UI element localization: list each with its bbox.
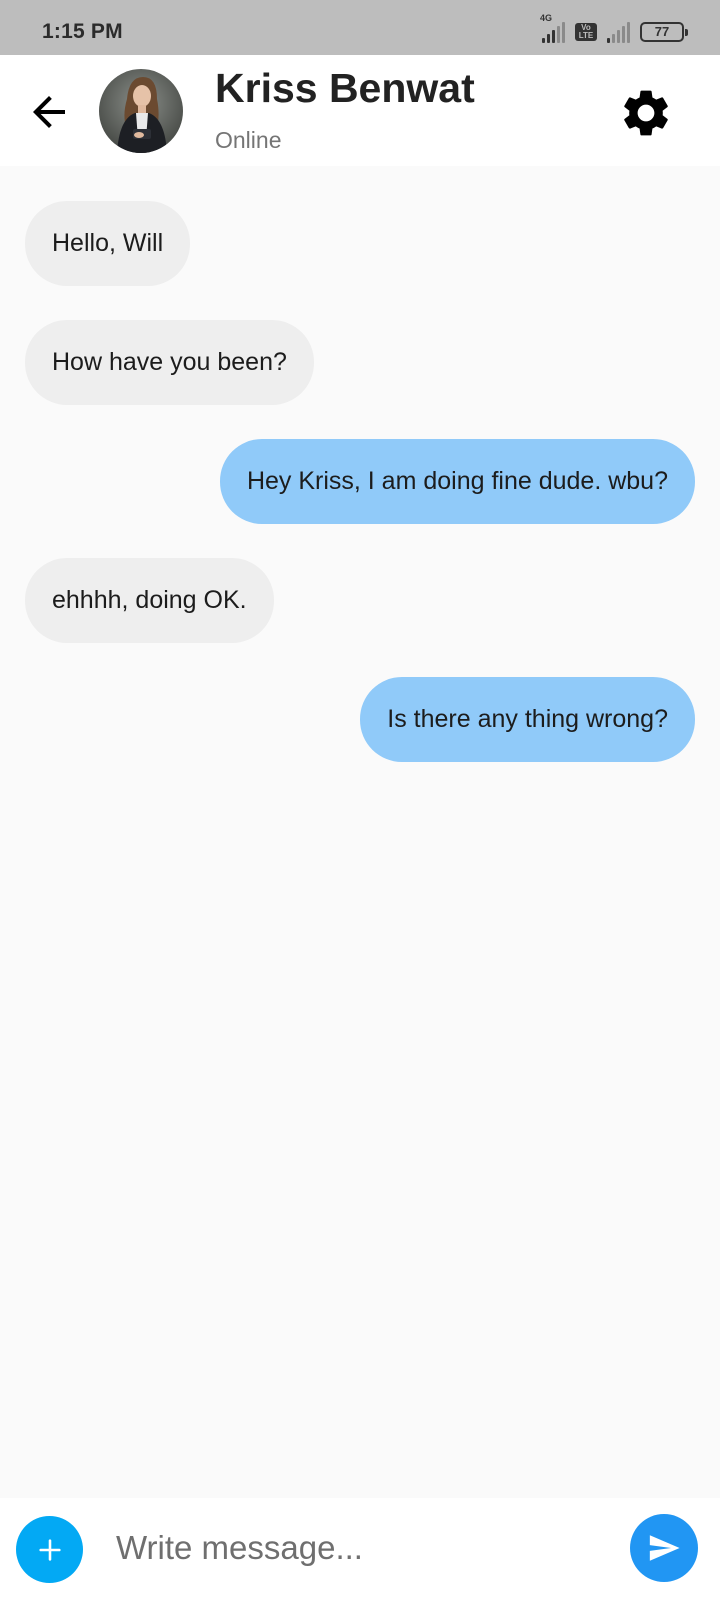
incoming-message[interactable]: ehhhh, doing OK. — [25, 558, 274, 643]
status-bar: 1:15 PM 4G Vo LTE 77 — [0, 0, 720, 55]
send-icon — [649, 1535, 680, 1561]
status-time: 1:15 PM — [42, 20, 123, 43]
message-composer — [0, 1498, 720, 1600]
avatar-photo — [99, 69, 183, 153]
contact-avatar[interactable] — [99, 69, 183, 153]
gear-icon — [624, 90, 668, 136]
message-input[interactable] — [110, 1518, 590, 1578]
signal-4g-icon: 4G — [540, 13, 565, 43]
arrow-back-icon — [33, 96, 65, 128]
back-button[interactable] — [20, 83, 78, 141]
message-list[interactable]: Hello, Will How have you been? Hey Kriss… — [0, 166, 720, 1498]
contact-status: Online — [215, 127, 282, 153]
volte-icon: Vo LTE — [575, 23, 597, 41]
signal-icon — [607, 21, 630, 43]
network-type-label: 4G — [540, 13, 553, 23]
send-button[interactable] — [630, 1514, 698, 1582]
outgoing-message[interactable]: Hey Kriss, I am doing fine dude. wbu? — [219, 439, 695, 524]
plus-icon — [38, 1538, 61, 1561]
status-icons: 4G Vo LTE 77 — [540, 13, 688, 44]
battery-icon: 77 — [640, 22, 688, 42]
incoming-message[interactable]: How have you been? — [25, 320, 314, 405]
add-attachment-button[interactable] — [16, 1516, 83, 1583]
incoming-message[interactable]: Hello, Will — [25, 201, 191, 286]
contact-name: Kriss Benwat — [215, 65, 475, 111]
outgoing-message[interactable]: Is there any thing wrong? — [360, 677, 695, 762]
chat-header: Kriss Benwat Online — [0, 55, 720, 166]
settings-button[interactable] — [614, 81, 678, 145]
